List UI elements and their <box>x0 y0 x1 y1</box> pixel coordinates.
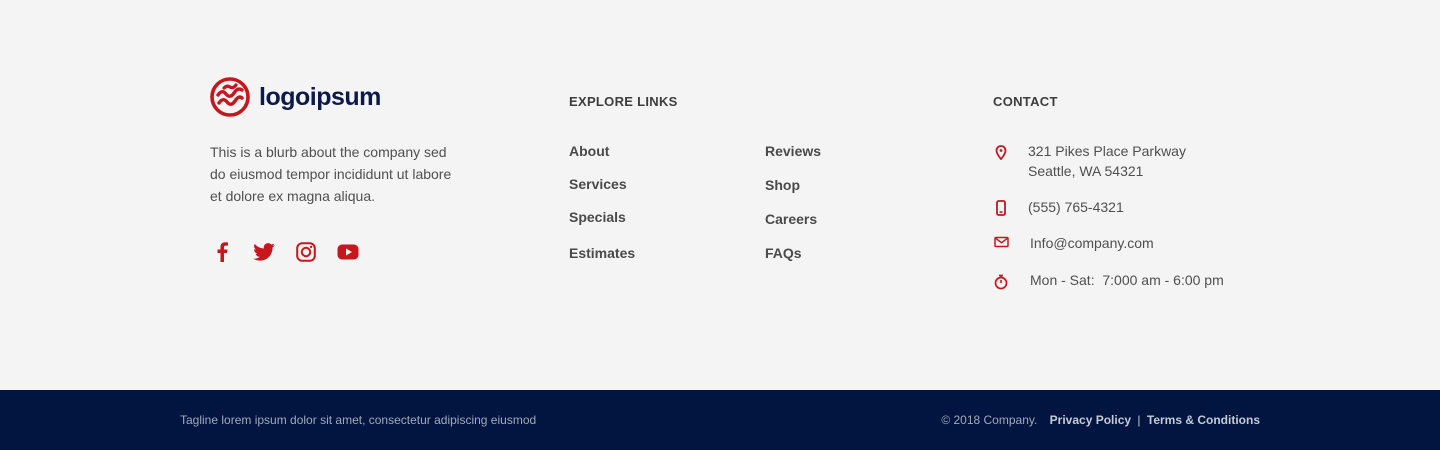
bottom-bar: Tagline lorem ipsum dolor sit amet, cons… <box>0 390 1440 450</box>
footer: logoipsum This is a blurb about the comp… <box>0 0 1440 390</box>
contact-email[interactable]: Info@company.com <box>993 233 1154 253</box>
contact-address: 321 Pikes Place Parkway Seattle, WA 5432… <box>993 141 1186 181</box>
contact-heading: CONTACT <box>993 94 1058 109</box>
contact-phone[interactable]: (555) 765-4321 <box>993 197 1124 217</box>
business-hours: Mon - Sat: 7:000 am - 6:00 pm <box>1030 272 1224 288</box>
youtube-icon[interactable] <box>336 240 360 264</box>
twitter-icon[interactable] <box>252 240 276 264</box>
link-estimates[interactable]: Estimates <box>569 244 635 262</box>
map-pin-icon <box>993 143 1009 161</box>
email-address: Info@company.com <box>1030 235 1154 251</box>
link-about[interactable]: About <box>569 142 635 160</box>
logo-mark-icon <box>210 77 250 117</box>
terms-conditions-link[interactable]: Terms & Conditions <box>1147 413 1260 427</box>
tagline: Tagline lorem ipsum dolor sit amet, cons… <box>180 413 537 427</box>
facebook-icon[interactable] <box>210 240 234 264</box>
stopwatch-icon <box>993 273 1009 291</box>
phone-icon <box>993 199 1009 217</box>
phone-number: (555) 765-4321 <box>1028 199 1124 215</box>
address-line-1: 321 Pikes Place Parkway <box>1028 143 1186 159</box>
copyright: © 2018 Company. <box>941 413 1038 427</box>
link-faqs[interactable]: FAQs <box>765 244 821 262</box>
explore-links-column-a: About Services Specials Estimates <box>569 142 635 262</box>
instagram-icon[interactable] <box>294 240 318 264</box>
social-links <box>210 240 378 264</box>
explore-links-heading: EXPLORE LINKS <box>569 94 678 109</box>
legal-links: © 2018 Company. Privacy Policy | Terms &… <box>941 412 1260 428</box>
legal-separator: | <box>1137 413 1141 427</box>
link-specials[interactable]: Specials <box>569 208 635 226</box>
link-shop[interactable]: Shop <box>765 176 821 194</box>
logo[interactable]: logoipsum <box>210 77 381 117</box>
link-reviews[interactable]: Reviews <box>765 142 821 160</box>
link-services[interactable]: Services <box>569 175 635 193</box>
contact-hours: Mon - Sat: 7:000 am - 6:00 pm <box>993 270 1224 291</box>
mail-icon <box>993 233 1009 251</box>
address-line-2: Seattle, WA 54321 <box>1028 163 1144 179</box>
link-careers[interactable]: Careers <box>765 210 821 228</box>
logo-text: logoipsum <box>259 83 381 111</box>
explore-links-column-b: Reviews Shop Careers FAQs <box>765 142 821 262</box>
company-blurb: This is a blurb about the company sed do… <box>210 144 452 204</box>
privacy-policy-link[interactable]: Privacy Policy <box>1050 413 1131 427</box>
